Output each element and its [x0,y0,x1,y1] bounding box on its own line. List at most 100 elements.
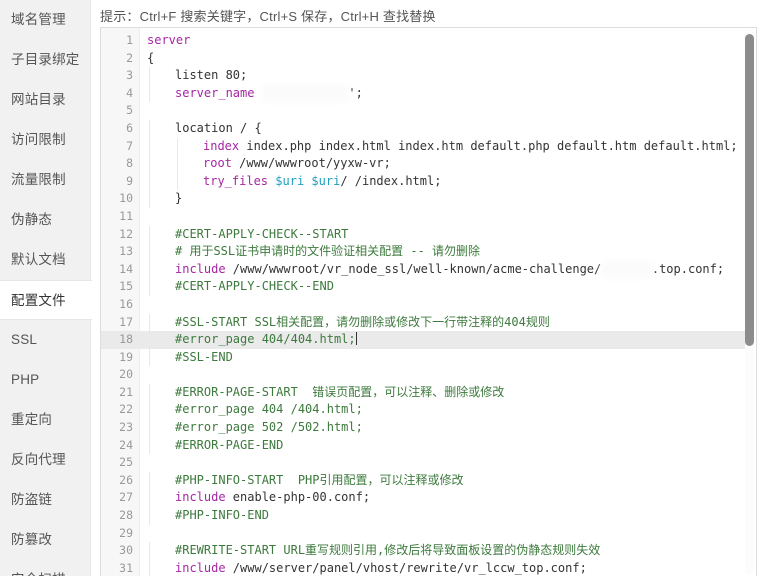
line-content[interactable]: #PHP-INFO-START PHP引用配置，可以注释或修改 [175,472,464,490]
line-number: 31 [119,560,133,575]
code-line[interactable]: 6 location / { [101,119,756,138]
code-line[interactable]: 28 #PHP-INFO-END [101,507,756,525]
code-line[interactable]: 16 [101,296,756,314]
code-line[interactable]: 24 #ERROR-PAGE-END [101,436,756,455]
sidebar-item-label: PHP [11,372,40,387]
sidebar-item-12[interactable]: 防盗链 [0,480,90,520]
code-line[interactable]: 13 # 用于SSL证书申请时的文件验证相关配置 -- 请勿删除 [101,243,756,261]
code-line[interactable]: 4 server_name 'example.com'; [101,84,756,103]
line-number: 10 [119,191,133,206]
code-line[interactable]: 26 #PHP-INFO-START PHP引用配置，可以注释或修改 [101,471,756,490]
line-content[interactable]: #CERT-APPLY-CHECK--END [175,278,334,296]
sidebar-item-3[interactable]: 访问限制 [0,120,90,160]
sidebar-item-1[interactable]: 子目录绑定 [0,40,90,80]
sidebar-item-4[interactable]: 流量限制 [0,160,90,200]
line-content[interactable]: include enable-php-00.conf; [175,489,370,507]
line-content[interactable]: #error_page 404/404.html; [175,331,357,349]
code-line[interactable]: 9 try_files $uri $uri/ /index.html; [101,172,756,191]
code-line[interactable]: 10} [101,190,756,208]
code-line[interactable]: 1 server [101,32,756,50]
line-content[interactable]: try_files $uri $uri/ /index.html; [203,173,441,191]
line-content[interactable]: index index.php index.html index.htm def… [203,138,738,156]
code-line[interactable]: 18 #error_page 404/404.html; [101,331,756,349]
line-number: 20 [119,367,133,382]
code-token: try_files [203,173,269,188]
code-editor-surface[interactable]: 1server2{3listen 80;4server_name 'exampl… [101,28,756,576]
line-content[interactable]: root /www/wwwroot/yyxw-vr; [203,155,391,173]
code-line[interactable]: 12 #CERT-APPLY-CHECK--START [101,225,756,244]
sidebar-item-label: 默认文档 [11,252,66,267]
code-line[interactable]: 3 listen 80; [101,67,756,85]
line-content[interactable]: include /www/wwwroot/vr_node_ssl/well-kn… [175,260,724,279]
indent-guide [149,507,150,525]
line-number: 29 [119,525,133,540]
line-number: 13 [119,244,133,259]
editor-vertical-scrollbar[interactable] [745,30,754,575]
line-number: 23 [119,420,133,435]
line-content[interactable]: #error_page 502 /502.html; [175,419,363,437]
sidebar-item-14[interactable]: 安全扫描 [0,560,90,576]
line-content[interactable]: #error_page 404 /404.html; [175,401,363,419]
line-content[interactable]: #ERROR-PAGE-START 错误页配置，可以注释、删除或修改 [175,384,504,402]
main-content: 提示：Ctrl+F 搜索关键字，Ctrl+S 保存，Ctrl+H 查找替换 1s… [91,0,770,576]
code-line[interactable]: 19 #SSL-END [101,348,756,367]
line-content[interactable]: # 用于SSL证书申请时的文件验证相关配置 -- 请勿删除 [175,243,480,261]
code-line[interactable]: 25 [101,454,756,472]
code-lines[interactable]: 1server2{3listen 80;4server_name 'exampl… [101,32,756,576]
sidebar-item-9[interactable]: PHP [0,360,90,400]
code-line[interactable]: 21 #ERROR-PAGE-START 错误页配置，可以注释、删除或修改 [101,383,756,402]
code-line[interactable]: 30 #REWRITE-START URL重写规则引用,修改后将导致面板设置的伪静… [101,542,756,560]
code-line[interactable]: 23 #error_page 502 /502.html; [101,419,756,437]
code-line[interactable]: 17 #SSL-START SSL相关配置，请勿删除或修改下一行带注释的404规则 [101,313,756,332]
line-content[interactable]: #SSL-START SSL相关配置，请勿删除或修改下一行带注释的404规则 [175,314,550,332]
code-line[interactable]: 29 [101,525,756,543]
indent-guide [149,542,150,560]
line-number: 19 [119,349,133,364]
sidebar-item-7[interactable]: 配置文件 [0,280,92,320]
code-line[interactable]: 31 include /www/server/panel/vhost/rewrit… [101,559,756,576]
code-line[interactable]: 14 include /www/wwwroot/vr_node_ssl/well-… [101,260,756,279]
config-editor[interactable]: 1server2{3listen 80;4server_name 'exampl… [100,27,757,576]
sidebar-item-5[interactable]: 伪静态 [0,200,90,240]
line-content[interactable]: listen 80; [175,67,247,85]
code-line[interactable]: 27 include enable-php-00.conf; [101,489,756,508]
line-content[interactable]: #ERROR-PAGE-END [175,437,283,455]
line-content[interactable]: #REWRITE-START URL重写规则引用,修改后将导致面板设置的伪静态规… [175,542,600,560]
sidebar-item-label: 伪静态 [11,212,53,227]
line-content[interactable]: } [175,190,182,208]
sidebar-item-6[interactable]: 默认文档 [0,240,90,280]
sidebar-item-13[interactable]: 防篡改 [0,520,90,560]
line-content[interactable]: { [147,50,154,68]
line-number: 17 [119,314,133,329]
code-line[interactable]: 7 index index.php index.html index.htm de… [101,137,756,156]
code-line[interactable]: 20 [101,366,756,384]
code-line[interactable]: 11 [101,208,756,226]
line-content[interactable]: server [147,32,190,50]
code-line[interactable]: 8 root /www/wwwroot/yyxw-vr; [101,155,756,173]
line-content[interactable]: #PHP-INFO-END [175,507,269,525]
sidebar-item-11[interactable]: 反向代理 [0,440,90,480]
code-token: /www/wwwroot/yyxw-vr; [231,156,391,171]
indent-guide [149,401,150,420]
sidebar-item-2[interactable]: 网站目录 [0,80,90,120]
line-content[interactable]: include /www/server/panel/vhost/rewrite/… [175,560,587,576]
code-line[interactable]: 2{ [101,50,756,68]
line-number: 21 [119,384,133,399]
sidebar-item-label: 流量限制 [11,172,66,187]
sidebar-item-8[interactable]: SSL [0,320,90,360]
editor-scrollbar-thumb[interactable] [745,34,754,346]
line-content[interactable]: location / { [175,120,262,138]
code-line[interactable]: 22 #error_page 404 /404.html; [101,401,756,420]
indent-guide [177,137,178,156]
redacted-text: 'example.com [261,84,349,103]
line-content[interactable]: server_name 'example.com'; [175,84,363,103]
sidebar-item-label: 子目录绑定 [11,52,80,67]
line-content[interactable]: #SSL-END [175,349,233,367]
line-content[interactable]: #CERT-APPLY-CHECK--START [175,226,348,244]
code-line[interactable]: 15 #CERT-APPLY-CHECK--END [101,278,756,296]
code-token: index [203,138,240,153]
sidebar-item-0[interactable]: 域名管理 [0,0,90,40]
indent-guide [149,348,150,367]
sidebar-item-10[interactable]: 重定向 [0,400,90,440]
code-line[interactable]: 5 [101,102,756,120]
